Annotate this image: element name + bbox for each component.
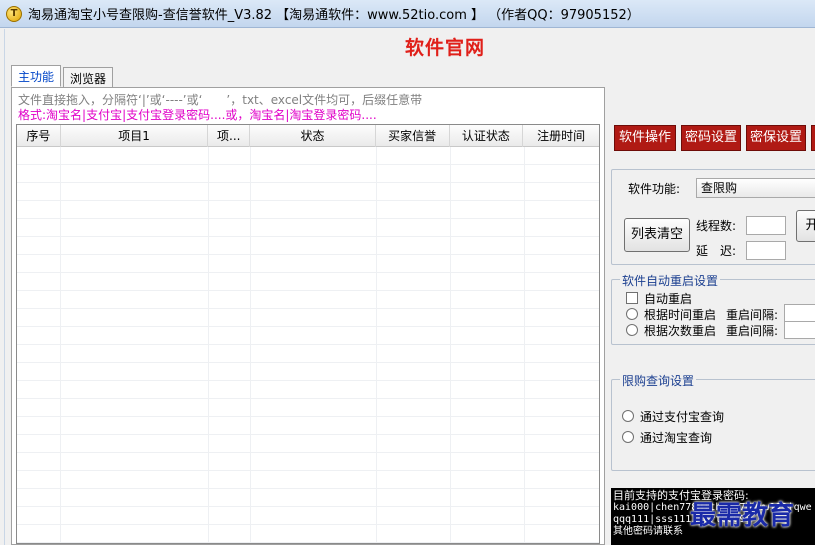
security-settings-button[interactable]: 密保设置: [746, 125, 806, 151]
main-function-panel: 文件直接拖入，分隔符‘|’或‘----’或‘ ’，txt、excel文件均可，后…: [11, 87, 605, 545]
tab-browser[interactable]: 浏览器: [63, 67, 114, 87]
threads-input[interactable]: [746, 216, 786, 235]
grid-divider: [524, 147, 525, 543]
auto-restart-legend: 软件自动重启设置: [620, 272, 721, 289]
delay-input[interactable]: [746, 241, 786, 260]
limit-query-legend: 限购查询设置: [620, 372, 697, 389]
password-settings-button[interactable]: 密码设置: [681, 125, 741, 151]
delay-label: 延 迟:: [696, 244, 737, 258]
title-bar: T 淘易通淘宝小号查限购-查信誉软件_V3.82 【淘易通软件：www.52ti…: [0, 0, 815, 28]
app-logo-icon: T: [6, 5, 22, 22]
column-header-register-time[interactable]: 注册时间: [523, 125, 599, 147]
restart-by-time-radio[interactable]: [626, 308, 638, 320]
restart-count-interval-input[interactable]: [784, 321, 815, 339]
grid-divider: [60, 147, 61, 543]
restart-by-time-label: 根据时间重启: [644, 308, 717, 322]
window-title: 淘易通淘宝小号查限购-查信誉软件_V3.82 【淘易通软件：www.52tio.…: [28, 8, 640, 23]
auto-restart-checkbox[interactable]: [626, 292, 638, 304]
control-panel: 软件操作 密码设置 密保设置 软件功能: 查限购 列表清空 线程数: 延 迟: …: [608, 87, 815, 545]
column-header-item1[interactable]: 项目1: [61, 125, 209, 147]
restart-interval-label-2: 重启间隔:: [726, 324, 779, 338]
auto-restart-label: 自动重启: [644, 292, 693, 306]
start-button[interactable]: 开: [796, 210, 815, 242]
format-hint: 格式:淘宝名|支付宝|支付宝登录密码....或，淘宝名|淘宝登录密码....: [18, 108, 377, 122]
grid-divider: [250, 147, 251, 543]
restart-time-interval-input[interactable]: [784, 304, 815, 322]
query-via-alipay-label: 通过支付宝查询: [640, 410, 725, 424]
auto-restart-group: 软件自动重启设置 自动重启 根据时间重启 重启间隔: 根据次数重启 重启间隔:: [611, 272, 815, 345]
query-via-alipay-radio[interactable]: [622, 410, 634, 422]
software-ops-button[interactable]: 软件操作: [614, 125, 676, 151]
column-header-item2[interactable]: 项...: [208, 125, 251, 147]
restart-by-count-radio[interactable]: [626, 324, 638, 336]
restart-interval-label: 重启间隔:: [726, 308, 779, 322]
function-label: 软件功能:: [628, 182, 681, 196]
column-header-index[interactable]: 序号: [17, 125, 61, 147]
column-header-verify-status[interactable]: 认证状态: [450, 125, 524, 147]
column-header-status[interactable]: 状态: [250, 125, 376, 147]
more-settings-button[interactable]: [811, 125, 815, 151]
tab-main-function[interactable]: 主功能: [11, 65, 62, 87]
watermark-text: 最需教育: [690, 501, 795, 531]
limit-query-group: 限购查询设置 通过支付宝查询 通过淘宝查询: [611, 372, 815, 471]
query-via-taobao-label: 通过淘宝查询: [640, 431, 713, 445]
threads-label: 线程数:: [696, 219, 737, 233]
grid-divider: [450, 147, 451, 543]
official-site-link[interactable]: 软件官网: [345, 33, 545, 60]
function-settings-group: 软件功能: 查限购 列表清空 线程数: 延 迟: 开: [611, 169, 815, 265]
grid-divider: [208, 147, 209, 543]
tab-bar: 主功能 浏览器: [11, 65, 115, 87]
grid-divider: [376, 147, 377, 543]
grid-header: 序号 项目1 项... 状态 买家信誉 认证状态 注册时间: [17, 125, 599, 147]
clear-list-button[interactable]: 列表清空: [624, 218, 690, 252]
column-header-buyer-credit[interactable]: 买家信誉: [376, 125, 450, 147]
account-list-grid[interactable]: 序号 项目1 项... 状态 买家信誉 认证状态 注册时间: [16, 124, 600, 544]
grid-body[interactable]: [17, 147, 599, 543]
query-via-taobao-radio[interactable]: [622, 431, 634, 443]
function-select[interactable]: 查限购: [696, 178, 815, 198]
main-window: 软件官网 主功能 浏览器 文件直接拖入，分隔符‘|’或‘----’或‘ ’，tx…: [4, 29, 815, 545]
restart-by-count-label: 根据次数重启: [644, 324, 717, 338]
